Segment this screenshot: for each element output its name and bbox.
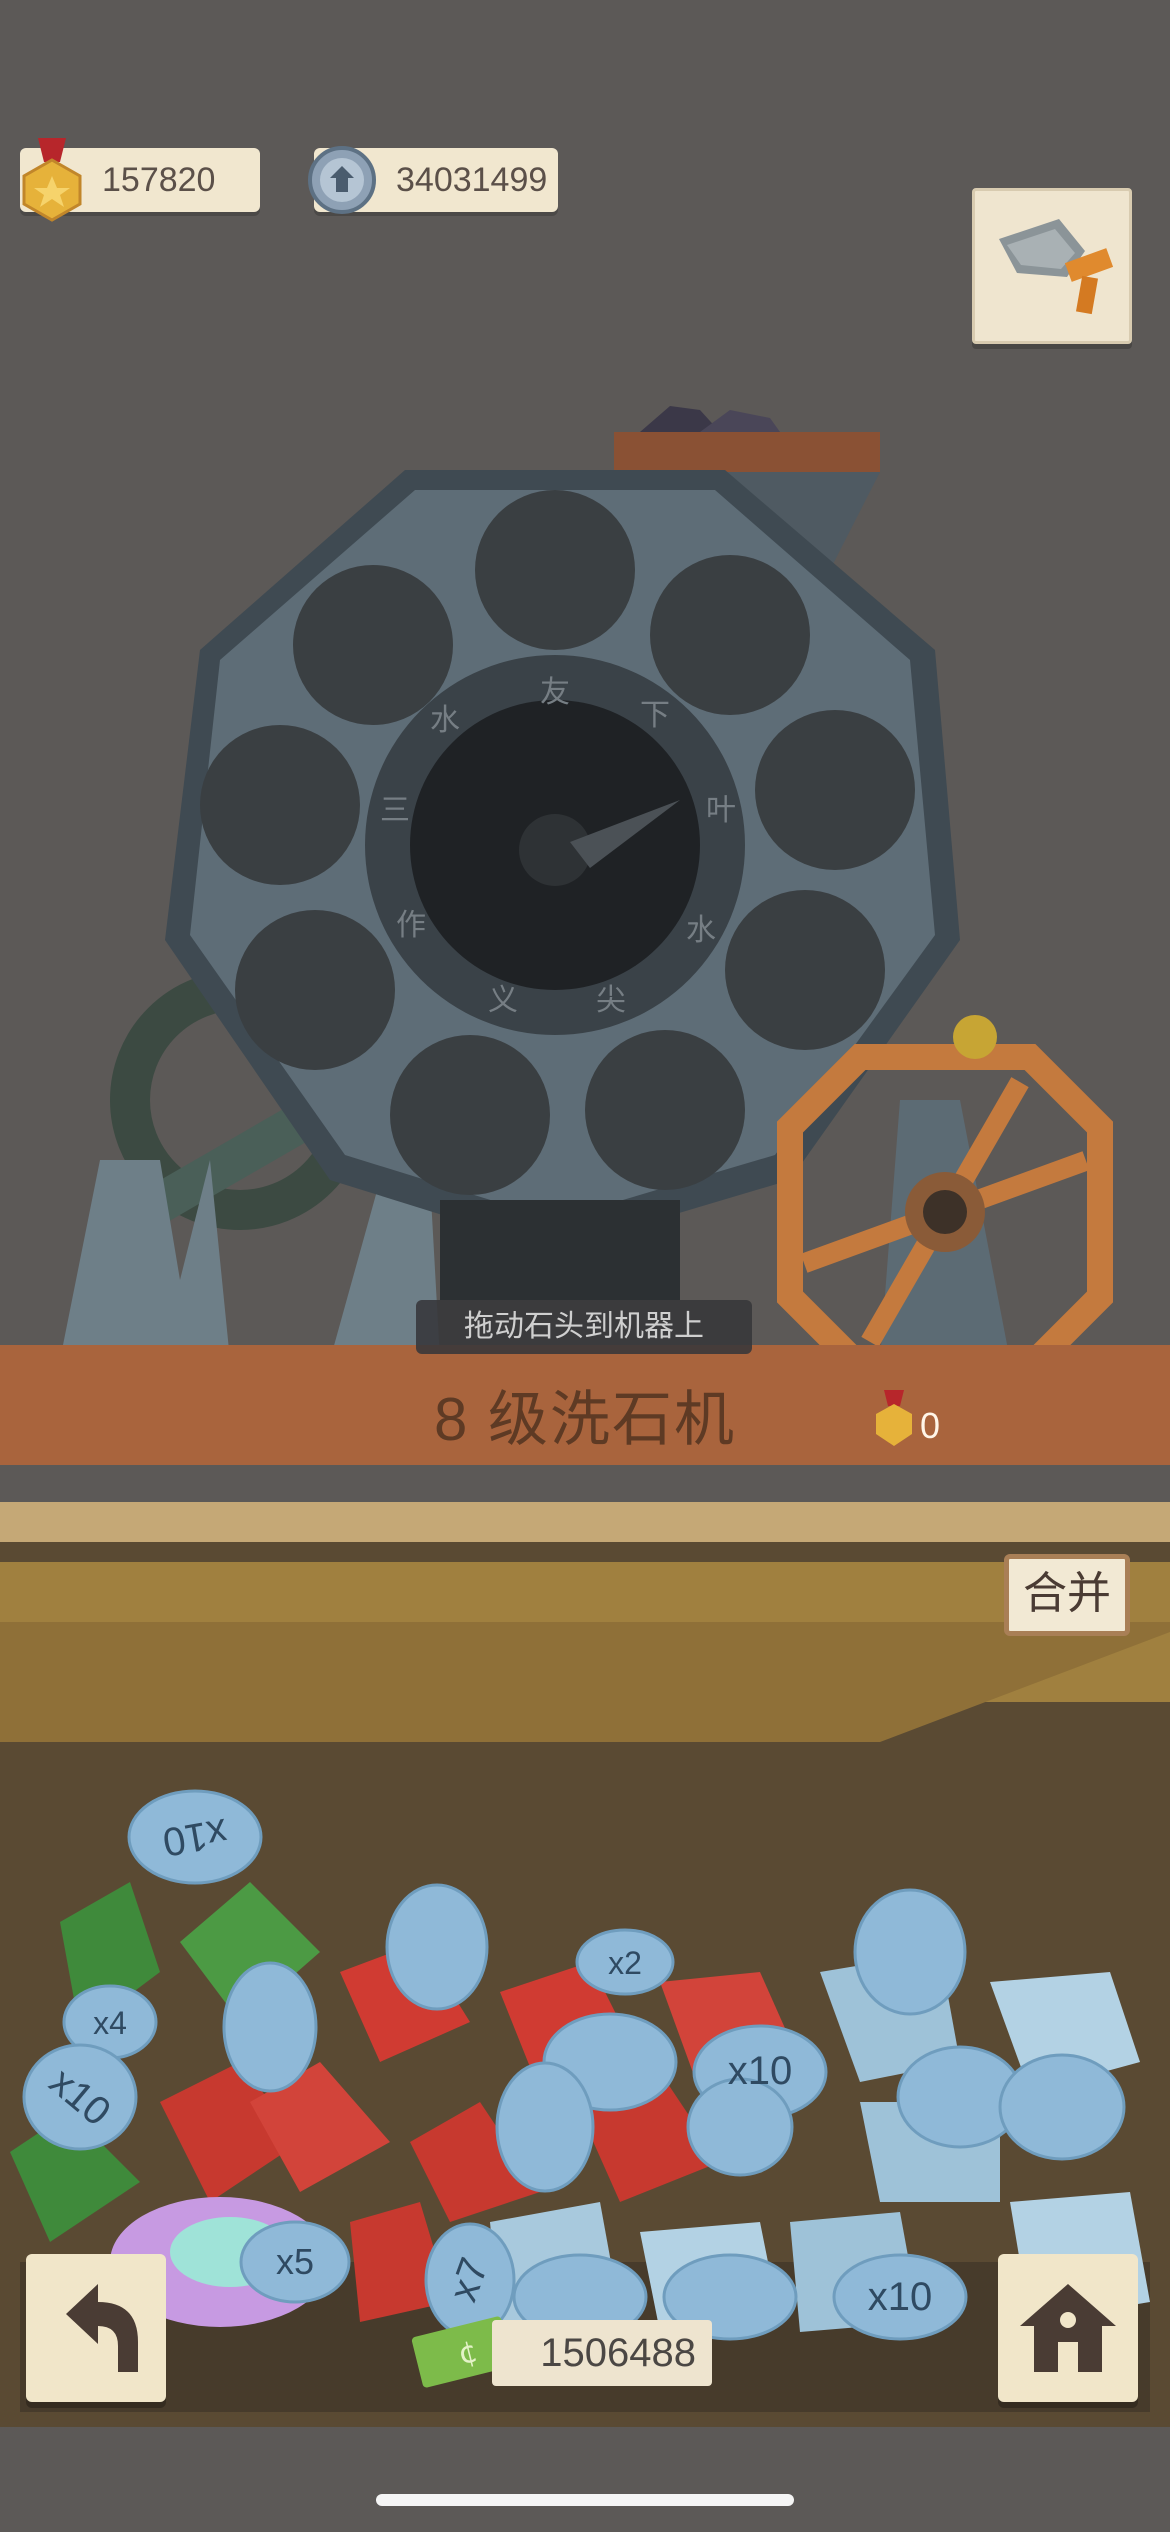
dial-rune: 尖 [596,983,626,1018]
machine-medal-count: 0 [920,1405,941,1446]
crowbar-tool-icon [999,219,1114,315]
home-button[interactable] [998,2254,1138,2402]
coin-counter: 34031499 [308,146,558,214]
medal-icon [876,1390,912,1446]
back-arrow-icon [66,2284,138,2372]
dial-rune: 义 [488,983,518,1018]
merge-button[interactable]: 合并 [1004,1554,1130,1636]
home-icon [1020,2284,1116,2372]
gem-label: x5 [276,2241,314,2282]
medal-counter: 157820 [20,138,260,222]
gem-label: x10 [868,2275,933,2319]
coin-icon [308,146,376,214]
gem-label: x4 [93,2005,127,2041]
dial-rune: 三 [380,793,410,828]
dial-rune: 作 [396,908,426,943]
dial-rune: 水 [430,703,460,738]
back-button[interactable] [26,2254,166,2402]
dial-rune: 友 [540,675,570,710]
gem-label: x2 [608,1945,642,1981]
stone-washer-machine: 友 下 叶 水 尖 义 作 三 水 [60,406,1113,1360]
dial-rune: 叶 [706,793,736,828]
gem-label: x10 [728,2049,793,2093]
dial-rune: 水 [686,913,716,948]
medal-icon [22,138,82,222]
medal-count: 157820 [102,160,216,199]
home-indicator[interactable] [376,2494,794,2506]
gem-bin: x10 x2 x10 x4 x10 x10 x7 x5 [0,1502,1170,2427]
dial-rune: 下 [640,698,670,733]
cash-counter: 1506488 [492,2320,712,2386]
bin-interior: x10 x2 x10 x4 x10 x10 x7 x5 [0,1542,1170,2427]
machine-title: 8 级洗石机 [433,1386,737,1453]
drag-hint: 拖动石头到机器上 [416,1300,752,1354]
coin-count: 34031499 [396,160,548,199]
tool-card[interactable] [972,188,1132,344]
